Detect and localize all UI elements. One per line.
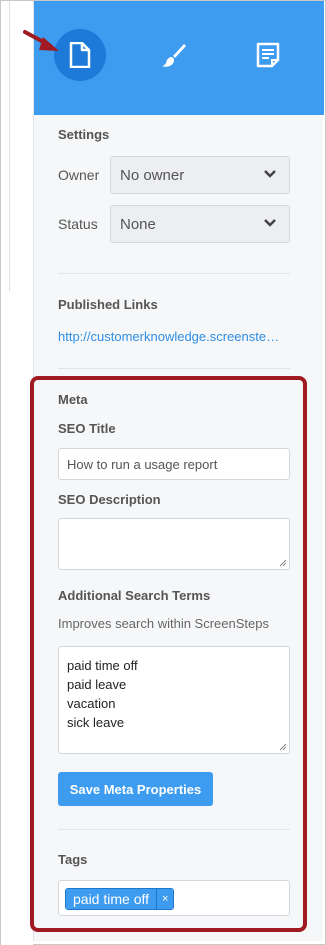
annotation-arrow-icon [23, 30, 59, 51]
published-link[interactable]: http://customerknowledge.screenste… [58, 329, 290, 344]
published-links-heading: Published Links [58, 297, 158, 312]
owner-select[interactable]: No owner [110, 156, 290, 194]
owner-select-value: No owner [120, 166, 185, 184]
owner-label: Owner [58, 167, 100, 183]
document-icon [69, 42, 91, 68]
settings-heading: Settings [58, 127, 110, 142]
left-strip [1, 1, 33, 945]
tab-notes[interactable] [242, 29, 294, 81]
panel-tab-bar [34, 1, 324, 115]
annotation-highlight-box [30, 376, 307, 932]
divider [58, 273, 290, 274]
status-select-value: None [120, 215, 156, 233]
brush-icon [162, 44, 186, 67]
screenshot-frame: Settings Owner No owner Status None Publ… [0, 0, 326, 945]
chevron-down-icon [264, 170, 276, 178]
chevron-down-icon [264, 219, 276, 227]
notes-icon [256, 42, 280, 68]
status-select[interactable]: None [110, 205, 290, 243]
status-label: Status [58, 216, 98, 232]
tab-style[interactable] [148, 29, 200, 81]
divider [58, 368, 290, 369]
